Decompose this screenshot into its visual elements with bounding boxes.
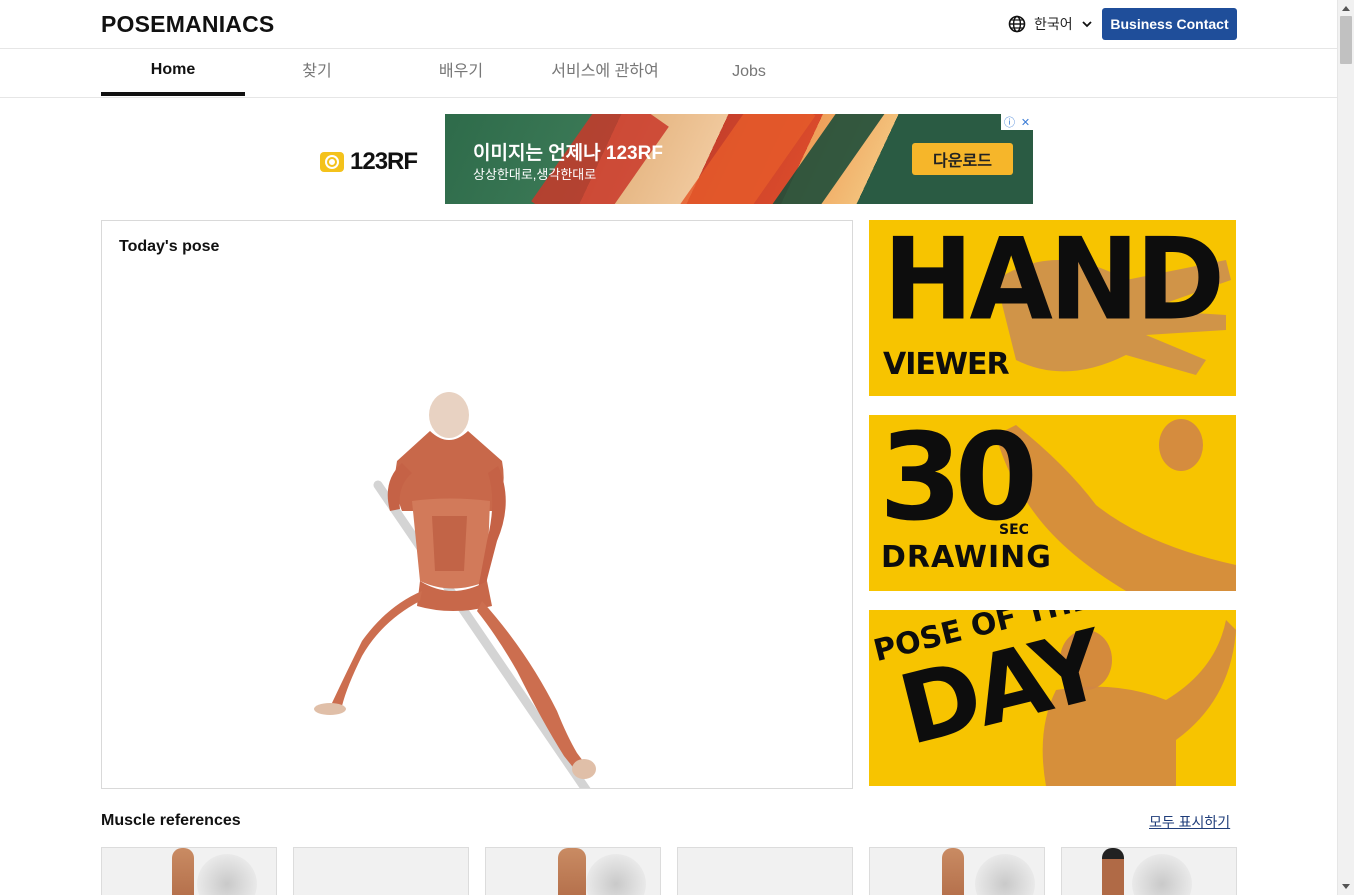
pose-of-the-day-tile[interactable]: POSE OF THE DAY xyxy=(869,610,1236,786)
globe-icon xyxy=(1008,15,1026,33)
sec-label: SEC xyxy=(999,522,1029,538)
close-icon[interactable]: ✕ xyxy=(1021,116,1030,129)
todays-pose-card[interactable]: Today's pose xyxy=(101,220,853,789)
scroll-up-icon[interactable] xyxy=(1342,6,1350,11)
info-icon[interactable]: ⓘ xyxy=(1004,114,1015,130)
ad-choices[interactable]: ⓘ ✕ xyxy=(1001,114,1033,130)
muscle-figure-image xyxy=(314,392,596,788)
page-scrollbar[interactable] xyxy=(1337,0,1354,895)
site-header: POSEMANIACS 한국어 Business Contact xyxy=(0,0,1337,49)
thirty-number: 30 xyxy=(879,415,1038,548)
scrollbar-thumb[interactable] xyxy=(1340,16,1352,64)
ad-brand-name: 123RF xyxy=(350,148,418,175)
site-logo[interactable]: POSEMANIACS xyxy=(101,11,274,38)
ad-download-button[interactable]: 다운로드 xyxy=(912,143,1013,175)
business-contact-button[interactable]: Business Contact xyxy=(1102,8,1237,40)
hand-title: HAND xyxy=(883,220,1225,346)
muscle-reference-thumbnail[interactable] xyxy=(869,847,1045,895)
chevron-down-icon xyxy=(1082,21,1092,28)
tab-find[interactable]: 찾기 xyxy=(245,49,389,97)
muscle-reference-thumbnail[interactable] xyxy=(101,847,277,895)
todays-pose-title: Today's pose xyxy=(119,238,220,255)
tab-jobs[interactable]: Jobs xyxy=(677,49,821,97)
active-tab-indicator xyxy=(101,92,245,96)
tab-learn[interactable]: 배우기 xyxy=(389,49,533,97)
thirty-sec-drawing-tile[interactable]: 30 SEC DRAWING xyxy=(869,415,1236,591)
ad-image[interactable]: 이미지는 언제나 123RF 상상한대로,생각한대로 다운로드 ⓘ ✕ xyxy=(445,114,1033,204)
muscle-reference-thumbnail[interactable] xyxy=(1061,847,1237,895)
show-all-link[interactable]: 모두 표시하기 xyxy=(1149,812,1230,832)
muscle-references-title: Muscle references xyxy=(101,812,241,829)
tab-home[interactable]: Home xyxy=(101,49,245,97)
main-nav: Home 찾기 배우기 서비스에 관하여 Jobs xyxy=(0,49,1337,98)
ad-brand: 123RF xyxy=(320,148,418,176)
language-label: 한국어 xyxy=(1034,16,1073,32)
ad-subtitle: 상상한대로,생각한대로 xyxy=(473,167,597,182)
hand-viewer-tile[interactable]: HAND VIEWER xyxy=(869,220,1236,396)
ad-title: 이미지는 언제나 123RF xyxy=(473,143,663,164)
scroll-down-icon[interactable] xyxy=(1342,884,1350,889)
muscle-reference-thumbnail[interactable] xyxy=(485,847,661,895)
drawing-label: DRAWING xyxy=(881,540,1052,575)
viewer-label: VIEWER xyxy=(883,347,1010,382)
tab-about[interactable]: 서비스에 관하여 xyxy=(533,49,677,97)
muscle-reference-thumbnail[interactable] xyxy=(293,847,469,895)
ad-banner[interactable]: 123RF 이미지는 언제나 123RF 상상한대로,생각한대로 다운로드 ⓘ … xyxy=(312,114,1033,204)
muscle-reference-thumbnail[interactable] xyxy=(677,847,853,895)
camera-icon xyxy=(320,152,344,172)
language-selector[interactable]: 한국어 xyxy=(1008,14,1093,34)
